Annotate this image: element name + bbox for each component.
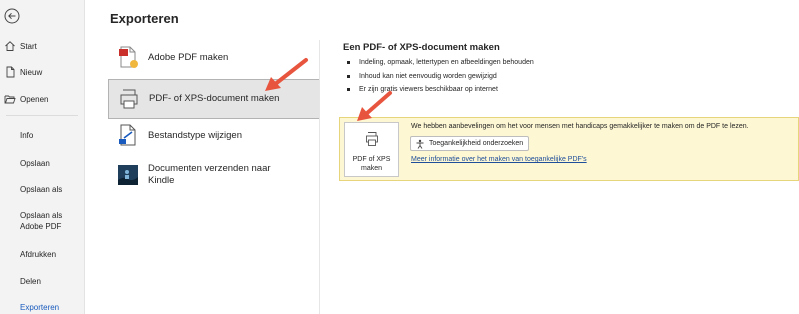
check-accessibility-label: Toegankelijkheid onderzoeken [429,140,524,147]
folder-open-icon [4,95,16,104]
sidebar-item-label: Info [20,131,34,140]
option-send-to-kindle[interactable]: Documenten verzenden naar Kindle [108,159,320,193]
accessible-pdf-info-link[interactable]: Meer informatie over het maken van toega… [411,156,587,163]
option-change-file-type[interactable]: Bestandstype wijzigen [108,116,320,156]
list-item: Inhoud kan niet eenvoudig worden gewijzi… [347,70,534,84]
sidebar-item-label: Opslaan als [20,185,63,194]
option-label: Documenten verzenden naar Kindle [148,163,271,186]
feature-list: Indeling, opmaak, lettertypen en afbeeld… [347,56,534,97]
change-file-type-icon [119,124,136,146]
sidebar-item-label: Openen [20,95,49,104]
adobe-pdf-icon [119,46,138,68]
pdf-xps-document-icon [120,89,138,109]
option-label: PDF- of XPS-document maken [149,93,280,104]
sidebar-item-label: Exporteren [20,303,60,312]
back-arrow-icon[interactable] [4,8,20,24]
home-icon [5,41,15,51]
backstage-sidebar: Start Nieuw Openen Info Opslaan Opslaan … [0,0,85,314]
option-label: Bestandstype wijzigen [148,130,242,141]
accessibility-panel: PDF of XPS maken We hebben aanbevelingen… [339,117,799,181]
option-pdf-xps[interactable]: PDF- of XPS-document maken [108,79,320,119]
sidebar-item-label: Start [20,42,37,51]
sidebar-item-label: Opslaan [20,159,50,168]
option-label: Adobe PDF maken [148,52,229,63]
create-pdf-xps-label: PDF of XPS maken [352,156,391,172]
list-item: Er zijn gratis viewers beschikbaar op in… [347,83,534,97]
section-divider [319,40,320,314]
sidebar-item-label: Delen [20,277,41,286]
detail-title: Een PDF- of XPS-document maken [343,42,500,53]
sidebar-item-label: Afdrukken [20,250,57,259]
option-adobe-pdf[interactable]: Adobe PDF maken [108,38,320,78]
kindle-icon [118,165,138,185]
list-item: Indeling, opmaak, lettertypen en afbeeld… [347,56,534,70]
sidebar-item-label: Opslaan als Adobe PDF [20,211,63,231]
sidebar-item-label: Nieuw [20,68,43,77]
pdf-xps-document-icon [366,132,378,146]
new-document-icon [6,66,15,78]
accessibility-message: We hebben aanbevelingen om het voor mens… [411,123,749,130]
create-pdf-xps-button[interactable]: PDF of XPS maken [344,122,399,177]
sidebar-divider [6,115,78,116]
accessibility-check-icon [416,139,424,149]
page-title: Exporteren [110,11,179,26]
check-accessibility-button[interactable]: Toegankelijkheid onderzoeken [410,136,530,151]
